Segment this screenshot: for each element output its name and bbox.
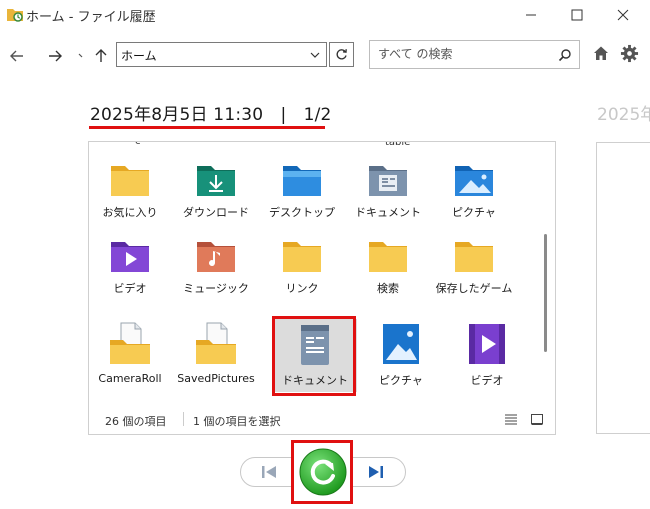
partial-item-label: c xyxy=(135,141,141,147)
partial-item-label: table xyxy=(385,141,411,148)
restore-icon xyxy=(299,448,347,496)
library-item-pictures[interactable]: ピクチャ xyxy=(377,322,425,387)
folder-item-favorites[interactable]: お気に入り xyxy=(103,160,158,219)
refresh-icon xyxy=(336,49,347,60)
folder-label: お気に入り xyxy=(102,206,158,219)
status-item-count: 26 個の項目 xyxy=(105,415,167,428)
folder-item-music[interactable]: ミュージック xyxy=(183,236,249,295)
gear-icon xyxy=(620,44,639,63)
close-button[interactable] xyxy=(600,0,646,30)
folder-label: リンク xyxy=(285,282,319,295)
folder-item-pictures[interactable]: ピクチャ xyxy=(451,160,497,219)
back-button[interactable] xyxy=(5,44,29,68)
previous-version-button[interactable] xyxy=(259,463,279,485)
folder-label: ミュージック xyxy=(183,282,249,295)
window-title: ホーム - ファイル履歴 xyxy=(26,10,156,25)
recent-locations-button[interactable] xyxy=(74,44,88,68)
folder-item-camera-roll[interactable]: CameraRoll xyxy=(98,322,162,385)
folder-icon xyxy=(369,242,407,272)
refresh-button[interactable] xyxy=(329,42,354,67)
up-button[interactable] xyxy=(89,44,113,68)
snapshot-title: 2025年8月5日 11:30 | 1/2 xyxy=(90,105,332,125)
minimize-button[interactable] xyxy=(508,0,554,30)
folder-label: ピクチャ xyxy=(452,206,496,219)
videos-library-icon xyxy=(469,324,505,364)
address-dropdown-button[interactable] xyxy=(307,46,323,63)
arrow-up-icon xyxy=(95,49,107,62)
close-icon xyxy=(617,9,629,21)
title-bar: ホーム - ファイル履歴 xyxy=(0,0,650,30)
folder-with-document-icon xyxy=(196,322,236,364)
file-history-app-icon xyxy=(6,6,24,22)
folder-item-saved-pictures[interactable]: SavedPictures xyxy=(177,322,255,385)
status-selected-count: 1 個の項目を選択 xyxy=(193,415,281,428)
arrow-left-icon xyxy=(10,50,23,62)
skip-previous-icon xyxy=(262,466,276,478)
restore-button[interactable] xyxy=(298,447,348,501)
folder-item-downloads[interactable]: ダウンロード xyxy=(183,160,249,219)
settings-button[interactable] xyxy=(620,44,639,67)
home-icon xyxy=(594,46,608,60)
desktop-folder-icon xyxy=(283,166,321,196)
maximize-icon xyxy=(571,9,583,21)
library-item-videos[interactable]: ビデオ xyxy=(463,322,511,387)
minimize-icon xyxy=(526,14,536,16)
videos-folder-icon xyxy=(111,242,149,272)
folder-item-searches[interactable]: 検索 xyxy=(365,236,411,295)
folder-label: 保存したゲーム xyxy=(435,282,513,295)
maximize-button[interactable] xyxy=(554,0,600,30)
list-view-icon xyxy=(505,414,517,425)
arrow-right-icon xyxy=(49,50,62,62)
next-snapshot-title: 2025年 xyxy=(597,105,650,125)
search-button[interactable] xyxy=(558,47,572,66)
folder-label: SavedPictures xyxy=(177,372,255,385)
folder-icon xyxy=(283,242,321,272)
folder-label: ドキュメント xyxy=(355,206,421,219)
folder-label: CameraRoll xyxy=(98,372,162,385)
status-separator xyxy=(183,412,184,426)
pictures-library-icon xyxy=(383,324,419,364)
details-view-button[interactable] xyxy=(504,411,518,430)
folder-item-videos[interactable]: ビデオ xyxy=(107,236,153,295)
folder-label: ダウンロード xyxy=(183,206,249,219)
tiles-view-icon xyxy=(531,414,543,425)
library-label: ピクチャ xyxy=(379,374,423,387)
folder-label: ビデオ xyxy=(113,282,147,295)
chevron-down-icon xyxy=(310,52,320,58)
music-folder-icon xyxy=(197,242,235,272)
folder-label: デスクトップ xyxy=(269,206,335,219)
title-highlight-underline xyxy=(89,126,325,129)
home-button[interactable] xyxy=(592,44,610,66)
downloads-folder-icon xyxy=(197,166,235,196)
chevron-small-icon xyxy=(78,53,83,58)
search-box[interactable] xyxy=(369,40,580,69)
folder-with-document-icon xyxy=(110,322,150,364)
library-label: ビデオ xyxy=(470,374,504,387)
address-bar[interactable]: ホーム xyxy=(116,42,327,67)
large-icons-view-button[interactable] xyxy=(530,411,544,430)
folder-icon xyxy=(111,166,149,196)
skip-next-icon xyxy=(369,466,383,478)
scrollbar-thumb[interactable] xyxy=(544,234,547,352)
folder-item-desktop[interactable]: デスクトップ xyxy=(269,160,335,219)
search-icon xyxy=(558,49,571,62)
search-input[interactable] xyxy=(376,46,550,62)
documents-folder-icon xyxy=(369,166,407,196)
next-version-button[interactable] xyxy=(366,463,386,485)
selection-highlight-frame xyxy=(272,316,356,396)
folder-icon xyxy=(455,242,493,272)
folder-item-links[interactable]: リンク xyxy=(279,236,325,295)
forward-button[interactable] xyxy=(43,44,67,68)
pictures-folder-icon xyxy=(455,166,493,196)
folder-item-documents[interactable]: ドキュメント xyxy=(355,160,421,219)
folder-label: 検索 xyxy=(377,282,399,295)
folder-item-saved-games[interactable]: 保存したゲーム xyxy=(436,236,512,295)
address-text: ホーム xyxy=(121,49,157,63)
next-snapshot-pane[interactable] xyxy=(596,142,650,434)
